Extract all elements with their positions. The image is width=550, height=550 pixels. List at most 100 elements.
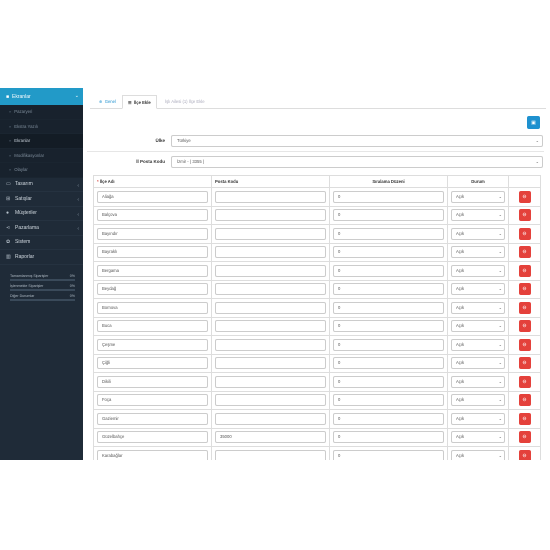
cell-status: Açık ⌄ bbox=[447, 298, 509, 318]
header-status-label: Durum bbox=[471, 179, 485, 184]
sort-order-input[interactable]: 0 bbox=[333, 431, 444, 444]
district-name-input[interactable]: Bayındır bbox=[97, 227, 208, 240]
status-select[interactable]: Açık ⌄ bbox=[451, 209, 505, 222]
district-name-input[interactable]: Güzelbahçe bbox=[97, 431, 208, 444]
status-select[interactable]: Açık ⌄ bbox=[451, 246, 505, 259]
postcode-input[interactable] bbox=[215, 412, 326, 425]
district-name-input[interactable]: Buca bbox=[97, 320, 208, 333]
district-name-input[interactable]: Çiğli bbox=[97, 357, 208, 370]
postcode-input[interactable] bbox=[215, 338, 326, 351]
delete-row-button[interactable]: ⊖ bbox=[518, 394, 531, 407]
status-select[interactable]: Açık ⌄ bbox=[451, 264, 505, 277]
district-name-input[interactable]: Çeşme bbox=[97, 338, 208, 351]
sort-order-input[interactable]: 0 bbox=[333, 320, 444, 333]
cell-sort: 0 bbox=[329, 409, 448, 429]
district-name-input[interactable]: Balçova bbox=[97, 209, 208, 222]
cell-postcode bbox=[211, 335, 330, 355]
cell-postcode bbox=[211, 224, 330, 244]
delete-row-button[interactable]: ⊖ bbox=[518, 283, 531, 296]
cell-postcode bbox=[211, 298, 330, 318]
delete-row-button[interactable]: ⊖ bbox=[518, 375, 531, 388]
delete-row-button[interactable]: ⊖ bbox=[518, 449, 531, 460]
chevron-down-icon: ⌄ bbox=[498, 397, 502, 403]
postcode-input[interactable] bbox=[215, 394, 326, 407]
status-select[interactable]: Açık ⌄ bbox=[451, 190, 505, 203]
delete-row-button[interactable]: ⊖ bbox=[518, 209, 531, 222]
minus-circle-icon: ⊖ bbox=[522, 267, 527, 274]
district-name-input[interactable]: Dikili bbox=[97, 375, 208, 388]
status-select[interactable]: Açık ⌄ bbox=[451, 412, 505, 425]
sort-order-input[interactable]: 0 bbox=[333, 283, 444, 296]
chevron-down-icon: ⌄ bbox=[498, 452, 502, 458]
status-value: Açık bbox=[456, 341, 465, 347]
status-select[interactable]: Açık ⌄ bbox=[451, 357, 505, 370]
sort-order-input[interactable]: 0 bbox=[333, 357, 444, 370]
district-name-input[interactable]: Bergama bbox=[97, 264, 208, 277]
district-name-input[interactable]: Bayraklı bbox=[97, 246, 208, 259]
status-select[interactable]: Açık ⌄ bbox=[451, 301, 505, 314]
delete-row-button[interactable]: ⊖ bbox=[518, 338, 531, 351]
sort-order-input[interactable]: 0 bbox=[333, 264, 444, 277]
sort-order-input[interactable]: 0 bbox=[333, 209, 444, 222]
status-select[interactable]: Açık ⌄ bbox=[451, 449, 505, 460]
cell-status: Açık ⌄ bbox=[447, 224, 509, 244]
cell-actions: ⊖ bbox=[508, 316, 541, 336]
chevron-down-icon: ⌄ bbox=[498, 193, 502, 199]
status-select[interactable]: Açık ⌄ bbox=[451, 431, 505, 444]
postcode-input[interactable] bbox=[215, 264, 326, 277]
postcode-input[interactable] bbox=[215, 283, 326, 296]
status-value: Açık bbox=[456, 249, 465, 255]
sort-order-input[interactable]: 0 bbox=[333, 394, 444, 407]
sort-order-input[interactable]: 0 bbox=[333, 338, 444, 351]
district-name-input[interactable]: Foça bbox=[97, 394, 208, 407]
district-name-input[interactable]: Aliağa bbox=[97, 190, 208, 203]
sort-order-input[interactable]: 0 bbox=[333, 449, 444, 460]
status-select[interactable]: Açık ⌄ bbox=[451, 338, 505, 351]
cell-actions: ⊖ bbox=[508, 205, 541, 225]
postcode-input[interactable] bbox=[215, 301, 326, 314]
status-select[interactable]: Açık ⌄ bbox=[451, 394, 505, 407]
sort-order-input[interactable]: 0 bbox=[333, 190, 444, 203]
table-viewport: * İlçe Adı Posta Kodu Sıralama Düzeni Du… bbox=[0, 0, 550, 460]
postcode-input[interactable]: 35000 bbox=[215, 431, 326, 444]
district-name-input[interactable]: Gaziemir bbox=[97, 412, 208, 425]
chevron-down-icon: ⌄ bbox=[498, 304, 502, 310]
district-name-input[interactable]: Beydağ bbox=[97, 283, 208, 296]
delete-row-button[interactable]: ⊖ bbox=[518, 412, 531, 425]
status-select[interactable]: Açık ⌄ bbox=[451, 227, 505, 240]
postcode-input[interactable] bbox=[215, 227, 326, 240]
delete-row-button[interactable]: ⊖ bbox=[518, 431, 531, 444]
delete-row-button[interactable]: ⊖ bbox=[518, 301, 531, 314]
cell-actions: ⊖ bbox=[508, 427, 541, 447]
delete-row-button[interactable]: ⊖ bbox=[518, 264, 531, 277]
cell-sort: 0 bbox=[329, 279, 448, 299]
status-select[interactable]: Açık ⌄ bbox=[451, 320, 505, 333]
delete-row-button[interactable]: ⊖ bbox=[518, 190, 531, 203]
status-value: Açık bbox=[456, 360, 465, 366]
postcode-input[interactable] bbox=[215, 320, 326, 333]
chevron-down-icon: ⌄ bbox=[498, 212, 502, 218]
delete-row-button[interactable]: ⊖ bbox=[518, 320, 531, 333]
cell-actions: ⊖ bbox=[508, 261, 541, 281]
postcode-input[interactable] bbox=[215, 209, 326, 222]
cell-district: Bayındır bbox=[93, 224, 212, 244]
district-name-input[interactable]: Karabağlar bbox=[97, 449, 208, 460]
delete-row-button[interactable]: ⊖ bbox=[518, 246, 531, 259]
postcode-input[interactable] bbox=[215, 357, 326, 370]
postcode-input[interactable] bbox=[215, 375, 326, 388]
delete-row-button[interactable]: ⊖ bbox=[518, 227, 531, 240]
status-select[interactable]: Açık ⌄ bbox=[451, 375, 505, 388]
sort-order-input[interactable]: 0 bbox=[333, 412, 444, 425]
cell-district: Bornova bbox=[93, 298, 212, 318]
postcode-input[interactable] bbox=[215, 449, 326, 460]
minus-circle-icon: ⊖ bbox=[522, 452, 527, 459]
sort-order-input[interactable]: 0 bbox=[333, 246, 444, 259]
sort-order-input[interactable]: 0 bbox=[333, 227, 444, 240]
postcode-input[interactable] bbox=[215, 190, 326, 203]
sort-order-input[interactable]: 0 bbox=[333, 375, 444, 388]
district-name-input[interactable]: Bornova bbox=[97, 301, 208, 314]
postcode-input[interactable] bbox=[215, 246, 326, 259]
delete-row-button[interactable]: ⊖ bbox=[518, 357, 531, 370]
sort-order-input[interactable]: 0 bbox=[333, 301, 444, 314]
status-select[interactable]: Açık ⌄ bbox=[451, 283, 505, 296]
